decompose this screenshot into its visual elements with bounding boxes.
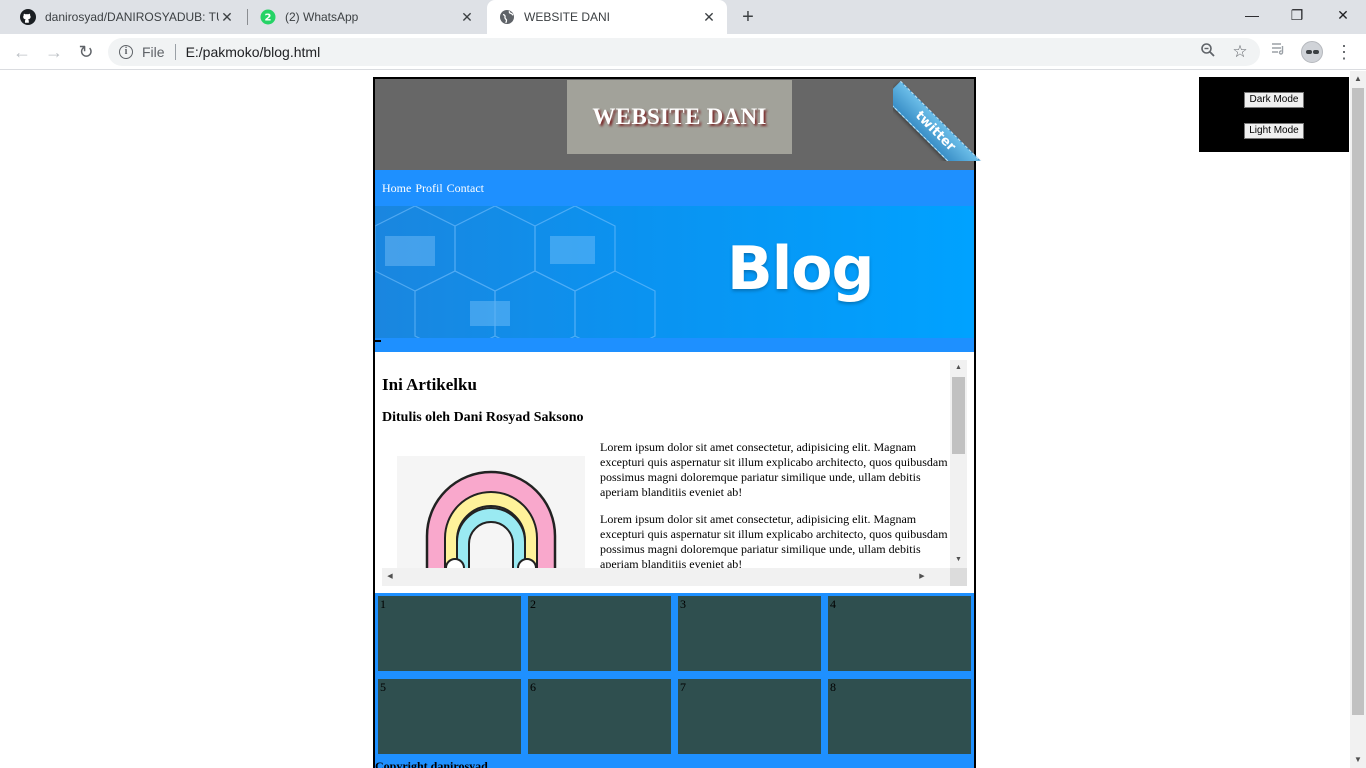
grid-cell: 4 <box>828 596 971 671</box>
article-paragraph: Lorem ipsum dolor sit amet consectetur, … <box>600 512 948 568</box>
site-footer: Copyright danirosyad <box>375 759 974 768</box>
box-grid: 1 2 3 4 5 6 7 8 <box>375 593 974 759</box>
zoom-icon[interactable] <box>1198 42 1218 62</box>
grid-cell: 7 <box>678 679 821 754</box>
dark-mode-button[interactable]: Dark Mode <box>1244 92 1304 108</box>
scrollbar-corner <box>950 568 967 586</box>
scroll-right-arrow-icon[interactable]: ▶ <box>914 568 930 586</box>
tab-strip: danirosyad/DANIROSYADUB: TUG ✕ 2 (2) Wha… <box>0 0 1366 34</box>
twitter-ribbon-label: twitter <box>893 80 983 161</box>
light-mode-button[interactable]: Light Mode <box>1244 123 1304 139</box>
whatsapp-icon: 2 <box>260 9 276 25</box>
article-byline: Ditulis oleh Dani Rosyad Saksono <box>382 410 584 425</box>
site-header: WEBSITE DANI <box>375 79 974 170</box>
main-nav: Home Profil Contact <box>375 170 974 206</box>
tab-github[interactable]: danirosyad/DANIROSYADUB: TUG ✕ <box>0 0 245 34</box>
grid-cell: 8 <box>828 679 971 754</box>
scroll-down-arrow-icon[interactable]: ▼ <box>1350 752 1366 768</box>
menu-icon[interactable]: ⋮ <box>1332 40 1356 64</box>
url-scheme: File <box>142 44 165 60</box>
url-text[interactable]: E:/pakmoko/blog.html <box>186 44 321 60</box>
close-window-button[interactable]: ✕ <box>1333 5 1353 25</box>
reload-button[interactable]: ↻ <box>74 40 98 64</box>
browser-toolbar: ← → ↻ i File E:/pakmoko/blog.html ☆ ⋮ <box>0 34 1366 70</box>
page-container: WEBSITE DANI Home Profil Contact Blog In… <box>373 77 976 768</box>
twitter-ribbon[interactable]: twitter <box>893 71 983 161</box>
article-heading: Ini Artikelku <box>382 375 477 394</box>
site-title-box: WEBSITE DANI <box>567 80 792 154</box>
article-paragraph: Lorem ipsum dolor sit amet consectetur, … <box>600 440 948 499</box>
grid-cell: 6 <box>528 679 671 754</box>
tab-title: danirosyad/DANIROSYADUB: TUG <box>45 10 219 24</box>
whatsapp-badge: 2 <box>265 13 272 24</box>
back-button[interactable]: ← <box>10 40 34 64</box>
new-tab-button[interactable]: + <box>738 7 758 27</box>
article-iframe[interactable]: Ini Artikelku Ditulis oleh Dani Rosyad S… <box>382 360 967 586</box>
tab-whatsapp[interactable]: 2 (2) WhatsApp ✕ <box>240 0 485 34</box>
close-tab-icon[interactable]: ✕ <box>459 9 475 25</box>
omnibox-divider <box>174 44 176 60</box>
media-queue-icon[interactable] <box>1266 40 1290 64</box>
rainbow-image <box>397 456 585 568</box>
article-horizontal-scrollbar[interactable]: ◀ ▶ <box>382 568 950 586</box>
scroll-thumb[interactable] <box>952 377 965 454</box>
nav-link-contact[interactable]: Contact <box>447 181 484 196</box>
page-vertical-scrollbar[interactable]: ▲ ▼ <box>1350 71 1366 768</box>
blog-banner: Blog <box>375 206 974 352</box>
tab-title: WEBSITE DANI <box>524 10 611 24</box>
theme-switcher-panel: Dark Mode Light Mode <box>1199 77 1349 152</box>
scroll-up-arrow-icon[interactable]: ▲ <box>1350 71 1366 87</box>
scroll-left-arrow-icon[interactable]: ◀ <box>382 568 398 586</box>
copyright-text: Copyright danirosyad <box>375 759 488 768</box>
tab-website-dani[interactable]: WEBSITE DANI ✕ <box>487 0 727 34</box>
nav-link-home[interactable]: Home <box>382 181 411 196</box>
grid-cell: 2 <box>528 596 671 671</box>
restore-button[interactable]: ❐ <box>1287 5 1307 25</box>
grid-cell: 1 <box>378 596 521 671</box>
article-content: Ini Artikelku Ditulis oleh Dani Rosyad S… <box>382 360 950 568</box>
nav-link-profil[interactable]: Profil <box>415 181 442 196</box>
site-title: WEBSITE DANI <box>592 104 767 129</box>
grid-cell: 5 <box>378 679 521 754</box>
banner-tick <box>375 340 381 342</box>
banner-blog-text: Blog <box>727 234 874 304</box>
close-tab-icon[interactable]: ✕ <box>701 9 717 25</box>
article-text: Lorem ipsum dolor sit amet consectetur, … <box>600 440 950 568</box>
minimize-button[interactable]: — <box>1242 5 1262 25</box>
article-vertical-scrollbar[interactable]: ▲ ▼ <box>950 360 967 568</box>
grid-cell: 3 <box>678 596 821 671</box>
info-icon[interactable]: i <box>119 45 133 59</box>
scroll-thumb[interactable] <box>1352 88 1364 715</box>
bookmark-star-icon[interactable]: ☆ <box>1230 42 1250 62</box>
address-bar[interactable]: i File E:/pakmoko/blog.html ☆ <box>108 38 1260 66</box>
scroll-down-arrow-icon[interactable]: ▼ <box>950 552 967 568</box>
banner-strip <box>375 338 974 352</box>
forward-button[interactable]: → <box>42 40 66 64</box>
tab-title: (2) WhatsApp <box>285 10 359 24</box>
github-icon <box>20 9 36 25</box>
globe-icon <box>499 9 515 25</box>
close-tab-icon[interactable]: ✕ <box>219 9 235 25</box>
page-viewport: WEBSITE DANI Home Profil Contact Blog In… <box>0 71 1366 768</box>
banner-pattern <box>375 206 656 338</box>
profile-avatar-icon[interactable] <box>1301 41 1323 63</box>
scroll-up-arrow-icon[interactable]: ▲ <box>950 360 967 376</box>
